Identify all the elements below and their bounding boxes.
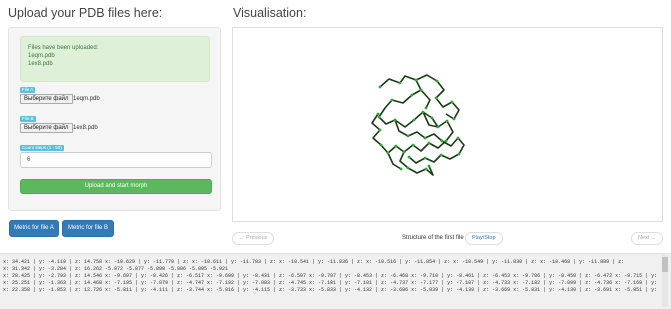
atom: [410, 93, 414, 97]
atom: [406, 166, 410, 170]
steps-label: Count steps (1 - 50): [20, 145, 64, 151]
atom: [423, 156, 427, 160]
log-line: x: 25.251 | y: -1.363 | z: 14.468 x: -7.…: [3, 280, 658, 286]
atom: [456, 136, 460, 140]
atom: [430, 116, 434, 120]
atom: [376, 112, 380, 116]
atom: [444, 139, 448, 143]
upload-title: Upload your PDB files here:: [8, 6, 163, 20]
upload-panel: Files have been uploaded: 1eqm.pdb 1ex8.…: [8, 27, 221, 211]
metric-file-b-button[interactable]: Metric for file B: [62, 220, 114, 237]
atom: [399, 167, 403, 171]
alert-file-a: 1eqm.pdb: [28, 53, 55, 59]
atom: [434, 96, 438, 100]
atom: [424, 106, 428, 110]
atom: [445, 119, 449, 123]
file-b-choose-button[interactable]: Выберите файл: [20, 123, 73, 133]
log-scrollbar-thumb[interactable]: [662, 257, 668, 272]
atom: [406, 134, 410, 138]
atom: [414, 78, 418, 82]
log-line: x: 22.358 | y: -1.853 | z: 12.726 x: -5.…: [3, 287, 658, 293]
atom: [390, 98, 394, 102]
coordinates-list: x: 34.421 | y: -4.119 | z: 14.758 x: -10…: [3, 259, 658, 309]
backbone-chain: [420, 89, 431, 109]
atom: [450, 100, 454, 104]
backbone-chain: [387, 152, 402, 170]
file-a-filename: 1eqm.pdb: [73, 96, 100, 102]
metric-file-a-button[interactable]: Metric for file A: [9, 220, 59, 237]
log-scrollbar[interactable]: [662, 255, 668, 307]
atom: [402, 150, 406, 154]
atom: [440, 139, 444, 143]
steps-input[interactable]: 6: [20, 152, 212, 168]
molecule-structure: [371, 74, 465, 176]
atom: [439, 153, 443, 157]
upload-success-alert: Files have been uploaded: 1eqm.pdb 1ex8.…: [20, 36, 210, 82]
log-line: x: 28.425 | y: -2.793 | z: 14.546 x: -9.…: [3, 273, 658, 279]
atom: [436, 125, 440, 129]
atom: [379, 143, 383, 147]
atom: [452, 117, 456, 121]
visualisation-canvas[interactable]: [232, 27, 663, 222]
previous-button[interactable]: ← Previous: [232, 232, 275, 245]
atom: [394, 144, 398, 148]
coordinates-log[interactable]: x: 34.421 | y: -4.119 | z: 14.758 x: -10…: [0, 253, 671, 309]
atom: [427, 164, 431, 168]
atom: [386, 151, 390, 155]
atom: [378, 85, 382, 89]
alert-file-b: 1ex8.pdb: [28, 61, 53, 67]
atom: [412, 118, 416, 122]
atom: [398, 81, 402, 85]
atom: [377, 115, 381, 119]
file-a-label: File A: [20, 87, 36, 93]
file-b-filename: 1ex8.pdb: [73, 125, 98, 131]
alert-heading: Files have been uploaded:: [28, 45, 99, 51]
atom: [424, 167, 428, 171]
atom: [457, 152, 461, 156]
play-stop-button[interactable]: Play/Stop: [465, 232, 503, 245]
atom: [421, 110, 425, 114]
atom: [393, 118, 397, 122]
structure-label: Structure of the first file: [402, 235, 464, 241]
atom: [378, 128, 382, 132]
file-a-choose-button[interactable]: Выберите файл: [20, 94, 73, 104]
log-line: x: 34.421 | y: -4.119 | z: 14.758 x: -10…: [3, 259, 625, 265]
log-line: x: 31.342 | y: -3.284 | z: 16.262 -5.872…: [3, 266, 229, 272]
atom: [407, 155, 411, 159]
atom: [423, 136, 427, 140]
atom: [435, 79, 439, 83]
atom: [427, 141, 431, 145]
upload-start-button[interactable]: Upload and start morph: [20, 179, 212, 194]
file-b-label: File B: [20, 116, 36, 122]
visualisation-title: Visualisation:: [233, 6, 307, 20]
atom: [411, 143, 415, 147]
atom: [419, 88, 423, 92]
next-button[interactable]: Next →: [631, 232, 664, 245]
